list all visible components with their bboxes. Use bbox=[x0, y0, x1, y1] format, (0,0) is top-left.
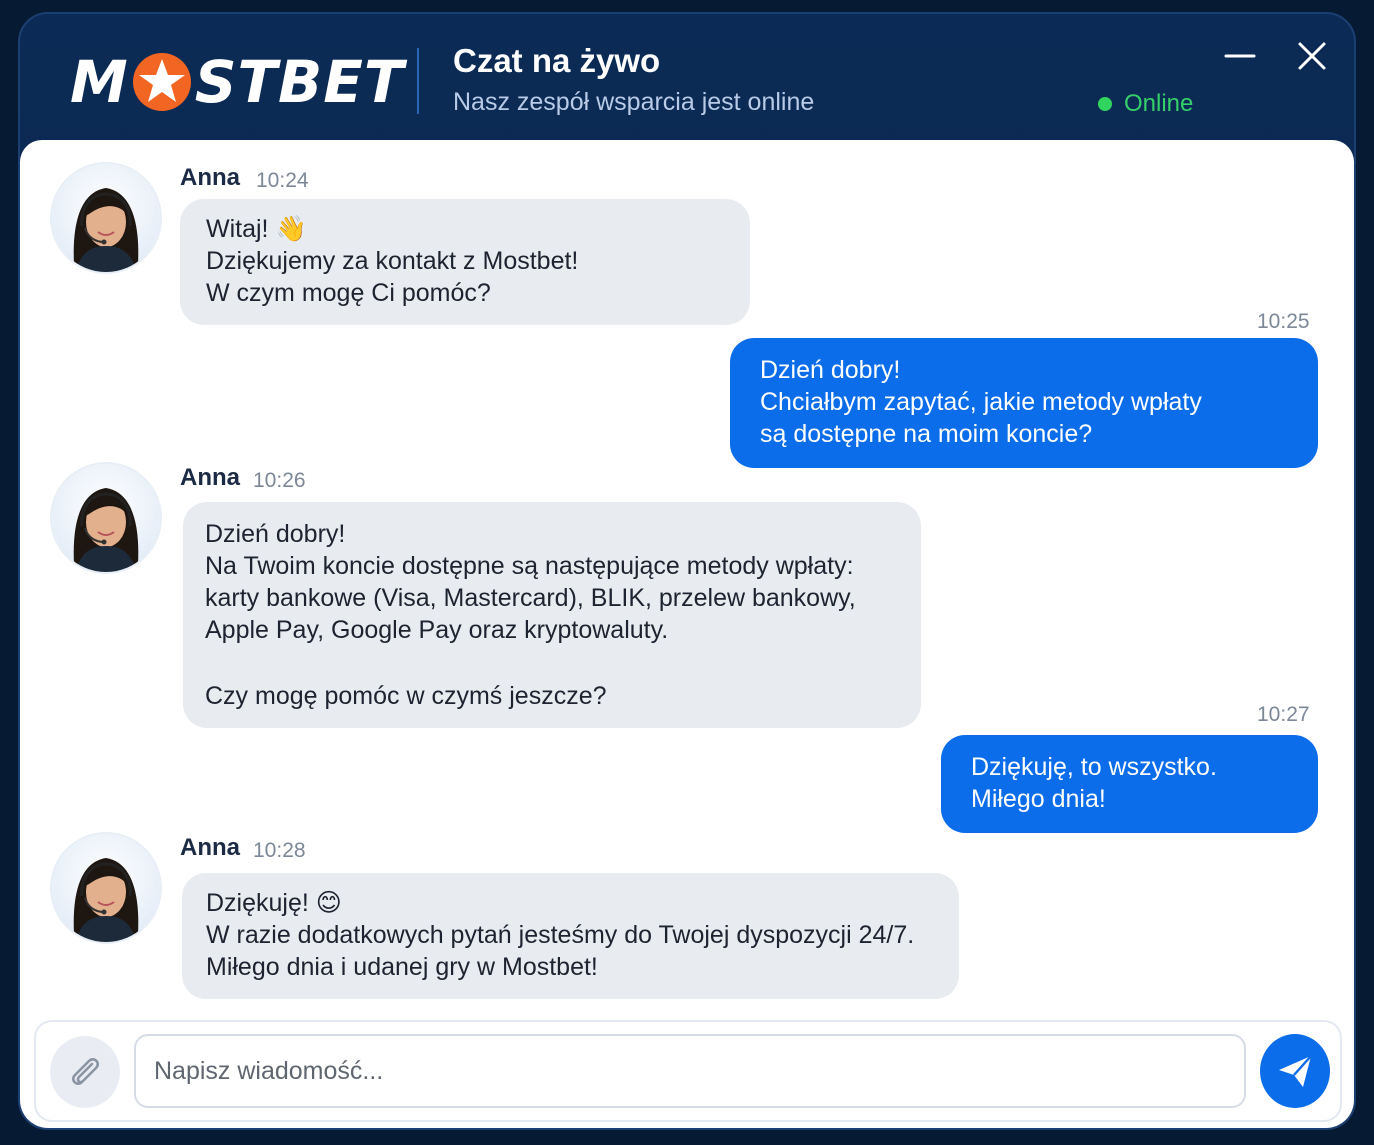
sender-name: Anna bbox=[180, 834, 240, 861]
online-status-label: Online bbox=[1124, 90, 1194, 117]
agent-avatar bbox=[52, 834, 160, 942]
attach-button[interactable] bbox=[50, 1036, 120, 1108]
mostbet-logo: M STBET bbox=[70, 48, 404, 116]
close-button[interactable] bbox=[1290, 34, 1334, 78]
chat-title: Czat na żywo bbox=[453, 42, 661, 79]
message-line: Dziękujemy za kontakt z Mostbet! bbox=[206, 247, 579, 275]
message-time: 10:27 bbox=[1257, 703, 1310, 726]
agent-avatar-icon bbox=[73, 188, 139, 272]
message-line: Witaj! 👋 bbox=[206, 215, 307, 243]
logo-text-right: STBET bbox=[194, 48, 405, 116]
message-line: Dzień dobry! bbox=[205, 520, 346, 548]
agent-avatar bbox=[52, 464, 160, 572]
online-dot-icon bbox=[1098, 97, 1112, 111]
message-line: karty bankowe (Visa, Mastercard), BLIK, … bbox=[205, 584, 856, 612]
message-line: Dzień dobry! bbox=[760, 356, 901, 384]
message-list[interactable]: Anna 10:24 Witaj! 👋 Dziękujemy za kontak… bbox=[20, 140, 1354, 1128]
chat-subtitle: Nasz zespół wsparcia jest online bbox=[453, 88, 815, 116]
message-time: 10:26 bbox=[253, 469, 306, 492]
message-time: 10:25 bbox=[1257, 310, 1310, 333]
agent-avatar bbox=[52, 164, 160, 272]
message-line: Miłego dnia i udanej gry w Mostbet! bbox=[206, 953, 598, 981]
close-icon bbox=[1298, 42, 1326, 70]
message-input[interactable] bbox=[134, 1034, 1246, 1108]
message-time: 10:28 bbox=[253, 839, 306, 862]
incoming-message: Witaj! 👋 Dziękujemy za kontakt z Mostbet… bbox=[180, 199, 750, 325]
chat-window: M STBET Czat na żywo Nasz zespół wsparci… bbox=[18, 12, 1356, 1130]
outgoing-message: Dzień dobry! Chciałbym zapytać, jakie me… bbox=[730, 338, 1318, 468]
message-line: Chciałbym zapytać, jakie metody wpłaty bbox=[760, 388, 1202, 416]
message-line: W razie dodatkowych pytań jesteśmy do Tw… bbox=[206, 921, 915, 949]
message-line: W czym mogę Ci pomóc? bbox=[206, 279, 491, 307]
message-composer bbox=[34, 1020, 1342, 1122]
message-line: Na Twoim koncie dostępne są następujące … bbox=[205, 552, 854, 580]
sender-name: Anna bbox=[180, 164, 240, 191]
header-divider bbox=[417, 48, 419, 114]
agent-avatar-icon bbox=[73, 858, 139, 942]
sender-name: Anna bbox=[180, 464, 240, 491]
message-line: Dziękuję! 😊 bbox=[206, 889, 342, 917]
agent-avatar-icon bbox=[73, 488, 139, 572]
message-line: Dziękuję, to wszystko. bbox=[971, 753, 1217, 781]
minimize-button[interactable] bbox=[1218, 34, 1262, 78]
message-line: Czy mogę pomóc w czymś jeszcze? bbox=[205, 682, 607, 710]
message-time: 10:24 bbox=[256, 169, 309, 192]
message-line: są dostępne na moim koncie? bbox=[760, 420, 1093, 448]
outgoing-message: Dziękuję, to wszystko. Miłego dnia! bbox=[941, 735, 1318, 833]
logo-star-icon bbox=[132, 53, 191, 111]
message-line: Apple Pay, Google Pay oraz kryptowaluty. bbox=[205, 616, 669, 644]
minimize-icon bbox=[1224, 54, 1256, 58]
send-button[interactable] bbox=[1260, 1034, 1330, 1108]
logo-text-left: M bbox=[70, 48, 129, 116]
send-icon bbox=[1279, 1055, 1312, 1087]
online-status: Online bbox=[1098, 90, 1193, 118]
incoming-message: Dzień dobry! Na Twoim koncie dostępne są… bbox=[183, 502, 921, 728]
message-line: Miłego dnia! bbox=[971, 785, 1106, 813]
incoming-message: Dziękuję! 😊 W razie dodatkowych pytań je… bbox=[182, 873, 959, 999]
chat-header: M STBET Czat na żywo Nasz zespół wsparci… bbox=[20, 14, 1354, 142]
paperclip-icon bbox=[72, 1058, 99, 1085]
